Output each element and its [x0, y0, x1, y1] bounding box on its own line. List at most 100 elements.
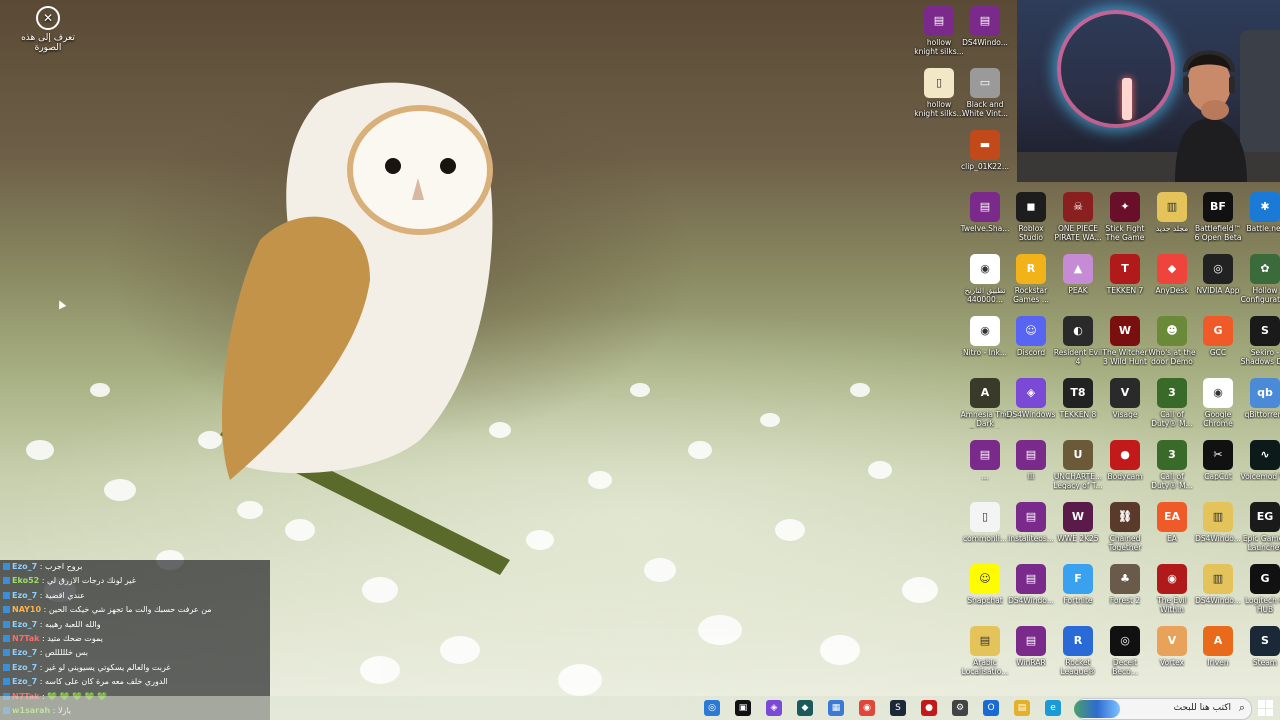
- desktop-icon[interactable]: EG Epic Games Launcher: [1240, 502, 1280, 552]
- chat-text: غربت والعالم يسكوتي يسيويني لو غير: [44, 662, 171, 672]
- re4-icon: ◐: [1063, 316, 1093, 346]
- start-button[interactable]: [1258, 700, 1274, 716]
- desktop-icon[interactable]: ▥ DS4Windo...: [1193, 502, 1243, 543]
- desktop-icon[interactable]: W WWE 2K25: [1053, 502, 1103, 543]
- desktop-icon[interactable]: T8 TEKKEN 8: [1053, 378, 1103, 419]
- ds4windows-icon[interactable]: ◈: [766, 700, 782, 716]
- desktop-icon[interactable]: ⛓ Chained Together: [1100, 502, 1150, 552]
- desktop-icon[interactable]: A Amnesia The Dark Descent: [960, 378, 1010, 429]
- desktop-icon[interactable]: W The Witcher 3 Wild Hunt: [1100, 316, 1150, 366]
- desktop-icon[interactable]: ▤...: [960, 440, 1010, 481]
- chat-message: Ezo_7 : عندي اقضية: [0, 589, 270, 603]
- desktop-icon[interactable]: ♣ Forest 2: [1100, 564, 1150, 605]
- folder-zip-icon: ▥: [1157, 192, 1187, 222]
- desktop-icon[interactable]: ◎ NVIDIA App: [1193, 254, 1243, 295]
- desktop-icon-label: DS4Windo...: [962, 38, 1008, 47]
- desktop-icon[interactable]: ☻ Who's at the door Demo: [1147, 316, 1197, 366]
- desktop-icon[interactable]: ☠ ONE PIECE PIRATE WA...: [1053, 192, 1103, 242]
- chat-separator: :: [37, 590, 45, 600]
- desktop-icon[interactable]: 3 Call of Duty® M...: [1147, 440, 1197, 490]
- desktop-icon[interactable]: ◉ Nitro - Ink...: [960, 316, 1010, 357]
- desktop-icon[interactable]: 3 Call of Duty® M...: [1147, 378, 1197, 428]
- identify-image-shortcut[interactable]: ✕ تعرف إلى هذه الصورة: [20, 6, 76, 53]
- desktop-icon[interactable]: ● Bodycam: [1100, 440, 1150, 481]
- desktop-icon[interactable]: ☺ Discord: [1006, 316, 1056, 357]
- desktop-icon[interactable]: ◼ Roblox Studio: [1006, 192, 1056, 242]
- desktop-icon-label: Epic Games Launcher: [1242, 534, 1280, 552]
- desktop-icon-label: Nitro - Ink...: [962, 348, 1008, 357]
- chrome-icon[interactable]: ◉: [859, 700, 875, 716]
- edge-icon[interactable]: e: [1045, 700, 1061, 716]
- desktop-icon-label: Instaliteos...: [1008, 534, 1054, 543]
- file-explorer-icon[interactable]: ▤: [1014, 700, 1030, 716]
- desktop-icon[interactable]: S Steam: [1240, 626, 1280, 667]
- desktop-icon-label: Rockstar Games ...: [1013, 286, 1049, 304]
- desktop-icon[interactable]: ✱ Battle.net: [1240, 192, 1280, 233]
- desktop-icon[interactable]: ◐ Resident Evil 4: [1053, 316, 1103, 366]
- app-icon[interactable]: ◆: [797, 700, 813, 716]
- winrar-icon: ▤: [970, 440, 1000, 470]
- search-icon: ⌕: [1238, 701, 1245, 714]
- desktop-icon[interactable]: ◈ DS4Windows: [1006, 378, 1056, 419]
- desktop-icon[interactable]: V Vortex: [1147, 626, 1197, 667]
- desktop-icon[interactable]: qb qBittorrent: [1240, 378, 1280, 419]
- desktop-icon[interactable]: ✿ Hollow Configurati...: [1240, 254, 1280, 304]
- desktop-icon[interactable]: ▥ مجلد جديد: [1147, 192, 1197, 233]
- terminal-icon[interactable]: ▣: [735, 700, 751, 716]
- settings-icon[interactable]: ⚙: [952, 700, 968, 716]
- store-icon[interactable]: ▦: [828, 700, 844, 716]
- desktop-icon[interactable]: F Fortnite: [1053, 564, 1103, 605]
- desktop-icon[interactable]: EA EA: [1147, 502, 1197, 543]
- desktop-icon[interactable]: ▤ Arabic Localisatio...: [960, 626, 1010, 676]
- desktop-icon[interactable]: BF Battlefield™ 6 Open Beta: [1193, 192, 1243, 242]
- browser-icon[interactable]: ◎: [704, 700, 720, 716]
- outlook-icon[interactable]: O: [983, 700, 999, 716]
- desktop-icon[interactable]: R Rockstar Games ...: [1006, 254, 1056, 304]
- desktop-icon-label: EA: [1167, 534, 1177, 543]
- battlefield-icon: BF: [1203, 192, 1233, 222]
- desktop-icon-label: Amnesia The Dark Descent: [960, 410, 1010, 429]
- desktop-icon[interactable]: G Logitech G HUB: [1240, 564, 1280, 614]
- iriven-icon: A: [1203, 626, 1233, 656]
- desktop-icon[interactable]: ▭ Black and White Vint...: [960, 68, 1010, 118]
- steam-icon[interactable]: S: [890, 700, 906, 716]
- taskbar-search[interactable]: اكتب هنا للبحث ⌕: [1074, 698, 1252, 720]
- desktop-icon[interactable]: ▲ PEAK: [1053, 254, 1103, 295]
- desktop-icon[interactable]: ◉ تطبيق التاريخ 440000...: [960, 254, 1010, 304]
- desktop-icon[interactable]: ▥ DS4Windo...: [1193, 564, 1243, 605]
- desktop-icon-label: Steam: [1252, 658, 1278, 667]
- chat-badge-icon: [3, 591, 10, 599]
- desktop-icon[interactable]: T TEKKEN 7: [1100, 254, 1150, 295]
- desktop-icon[interactable]: ▤ DS4Windo...: [960, 6, 1010, 47]
- desktop-icon[interactable]: ☺ Snapchat: [960, 564, 1010, 605]
- file-icon: ▯: [924, 68, 954, 98]
- desktop-icon[interactable]: V Visage: [1100, 378, 1150, 419]
- webcam-overlay: [1017, 0, 1280, 182]
- desktop-icon[interactable]: ▤ DS4Windo...: [1006, 564, 1056, 605]
- desktop-icon[interactable]: ▯ hollow knight silks...: [914, 68, 964, 118]
- desktop-icon[interactable]: A Iriven: [1193, 626, 1243, 667]
- desktop-icon[interactable]: ▤ Instaliteos...: [1006, 502, 1056, 543]
- desktop-icon[interactable]: ▯ commonli...: [960, 502, 1010, 543]
- chat-separator: :: [37, 619, 45, 629]
- epic-games-icon: EG: [1250, 502, 1280, 532]
- desktop-icon[interactable]: G GCC: [1193, 316, 1243, 357]
- desktop-icon[interactable]: ✦ Stick Fight The Game: [1100, 192, 1150, 242]
- qbittorrent-icon: qb: [1250, 378, 1280, 408]
- desktop-icon[interactable]: ∿ Voicemod V3: [1240, 440, 1280, 481]
- desktop-icon[interactable]: ◉ The Evil Within: [1147, 564, 1197, 614]
- desktop-icon[interactable]: R Rocket League®: [1053, 626, 1103, 676]
- desktop-icon[interactable]: U UNCHARTE... Legacy of T...: [1053, 440, 1103, 490]
- app-red-icon[interactable]: ●: [921, 700, 937, 716]
- desktop-icon[interactable]: ◆ AnyDesk: [1147, 254, 1197, 295]
- chrome-icon: ◉: [1203, 378, 1233, 408]
- desktop-icon[interactable]: ▤ Ili: [1006, 440, 1056, 481]
- desktop-icon[interactable]: ▤ WinRAR: [1006, 626, 1056, 667]
- desktop-icon[interactable]: ◎ Deceit Beco...: [1100, 626, 1150, 676]
- desktop-icon[interactable]: ▬ clip_01K22...: [960, 130, 1010, 171]
- desktop-icon[interactable]: ▤ Twelve.Sha...: [960, 192, 1010, 233]
- desktop-icon[interactable]: ▤ hollow knight silks...: [914, 6, 964, 56]
- desktop-icon[interactable]: ◉ Google Chrome: [1193, 378, 1243, 428]
- desktop-icon[interactable]: S Sekiro - Shadows D...: [1240, 316, 1280, 366]
- desktop-icon[interactable]: ✂ CapCut: [1193, 440, 1243, 481]
